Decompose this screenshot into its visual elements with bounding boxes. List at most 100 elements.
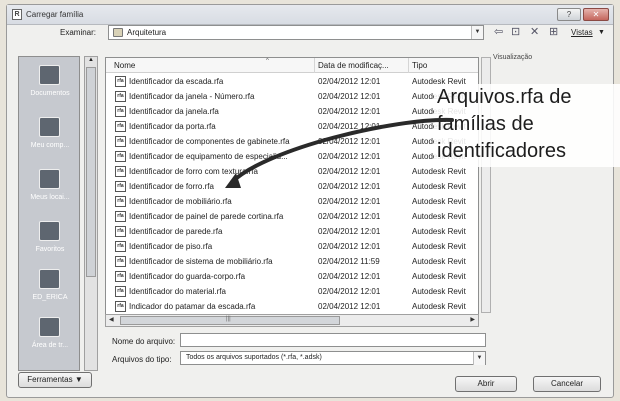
file-row[interactable]: rfa Identificador de piso.rfa 02/04/2012 1… (106, 240, 478, 254)
column-name[interactable]: Nome (114, 61, 135, 70)
file-type-value: Todos os arquivos suportados (*.rfa, *.a… (186, 354, 322, 361)
network-icon (39, 169, 60, 189)
file-date-cell: 02/04/2012 12:01 (318, 287, 381, 296)
place-user-folder[interactable]: ED_ERICA (19, 265, 81, 315)
column-separator[interactable] (408, 58, 409, 73)
file-row[interactable]: rfa Identificador de parede.rfa 02/04/2012… (106, 225, 478, 239)
column-date[interactable]: Data de modificaç... (318, 61, 389, 70)
file-row[interactable]: rfa Indicador do patamar da escada.rfa 02/… (106, 300, 478, 314)
file-type-cell: Autodesk Revit (412, 182, 466, 191)
file-row[interactable]: rfa Identificador da janela - Número.rfa 0… (106, 90, 478, 104)
places-scroll-thumb[interactable] (86, 67, 96, 277)
file-name-cell: Identificador de piso.rfa (129, 242, 213, 251)
file-date-cell: 02/04/2012 12:01 (318, 77, 381, 86)
scroll-up-icon[interactable]: ▲ (85, 57, 97, 63)
place-label: Meus locai... (30, 194, 70, 201)
open-button[interactable]: Abrir (455, 376, 517, 392)
help-button[interactable]: ? (557, 8, 581, 21)
place-label: Área de tr... (31, 342, 69, 349)
file-row[interactable]: rfa Identificador de forro.rfa 02/04/2012 … (106, 180, 478, 194)
user-folder-icon (39, 269, 60, 289)
file-date-cell: 02/04/2012 12:01 (318, 107, 381, 116)
rfa-file-icon: rfa (115, 301, 126, 312)
cancel-button[interactable]: Cancelar (533, 376, 601, 392)
chevron-down-icon[interactable]: ▼ (471, 26, 483, 39)
place-documents[interactable]: Documentos (19, 61, 81, 111)
place-label: Meu comp... (30, 142, 70, 149)
file-row[interactable]: rfa Identificador do material.rfa 02/04/20… (106, 285, 478, 299)
file-name-cell: Identificador de mobiliário.rfa (129, 197, 232, 206)
file-row[interactable]: rfa Identificador de forro com textura.rf… (106, 165, 478, 179)
folder-icon (113, 28, 123, 37)
file-row[interactable]: rfa Identificador da escada.rfa 02/04/2012… (106, 75, 478, 89)
rfa-file-icon: rfa (115, 151, 126, 162)
chevron-down-icon[interactable]: ▼ (473, 352, 485, 365)
file-date-cell: 02/04/2012 11:59 (318, 257, 380, 266)
title-bar: R Carregar família ? ✕ (7, 5, 613, 25)
file-row[interactable]: rfa Identificador de sistema de mobiliári… (106, 255, 478, 269)
views-button[interactable]: Vistas (571, 28, 593, 37)
file-row[interactable]: rfa Identificador de equipamento de espec… (106, 150, 478, 164)
file-name-cell: Indicador do patamar da escada.rfa (129, 302, 256, 311)
delete-icon[interactable]: ✕ (530, 26, 539, 38)
file-type-select[interactable]: Todos os arquivos suportados (*.rfa, *.a… (180, 351, 486, 365)
place-network[interactable]: Meus locai... (19, 165, 81, 215)
places-scrollbar[interactable]: ▲ (84, 56, 98, 371)
file-type-cell: Autodesk Revit (412, 167, 466, 176)
file-date-cell: 02/04/2012 12:01 (318, 197, 381, 206)
horizontal-scroll-thumb[interactable]: ||| (120, 316, 340, 325)
file-row[interactable]: rfa Identificador de componentes de gabin… (106, 135, 478, 149)
file-row[interactable]: rfa Identificador de painel de parede cor… (106, 210, 478, 224)
new-folder-icon[interactable]: ⊞ (549, 26, 558, 38)
rfa-file-icon: rfa (115, 241, 126, 252)
rfa-file-icon: rfa (115, 271, 126, 282)
file-name-label: Nome do arquivo: (112, 337, 176, 346)
close-button[interactable]: ✕ (583, 8, 609, 21)
place-desktop[interactable]: Área de tr... (19, 313, 81, 363)
window-title: Carregar família (26, 10, 84, 19)
views-chevron-down-icon[interactable]: ▼ (598, 29, 605, 36)
up-folder-icon[interactable]: ⊡ (511, 26, 520, 38)
file-row[interactable]: rfa Identificador de mobiliário.rfa 02/04/… (106, 195, 478, 209)
list-header: ^ Nome Data de modificaç... Tipo (106, 58, 478, 73)
file-name-cell: Identificador de forro.rfa (129, 182, 214, 191)
rfa-file-icon: rfa (115, 106, 126, 117)
file-date-cell: 02/04/2012 12:01 (318, 167, 381, 176)
file-name-cell: Identificador da escada.rfa (129, 77, 224, 86)
place-label: ED_ERICA (32, 294, 68, 301)
documents-icon (39, 65, 60, 85)
tools-label: Ferramentas (27, 375, 73, 384)
rfa-file-icon: rfa (115, 91, 126, 102)
file-date-cell: 02/04/2012 12:01 (318, 302, 381, 311)
annotation-text: Arquivos.rfa de famílias de identificado… (434, 84, 620, 167)
revit-app-icon: R (12, 9, 22, 20)
file-name-cell: Identificador de painel de parede cortin… (129, 212, 284, 221)
rfa-file-icon: rfa (115, 166, 126, 177)
rfa-file-icon: rfa (115, 121, 126, 132)
place-my-computer[interactable]: Meu comp... (19, 113, 81, 163)
file-name-cell: Identificador do material.rfa (129, 287, 226, 296)
column-separator[interactable] (314, 58, 315, 73)
place-label: Favoritos (35, 246, 65, 253)
file-date-cell: 02/04/2012 12:01 (318, 227, 381, 236)
file-date-cell: 02/04/2012 12:01 (318, 152, 381, 161)
back-arrow-icon[interactable]: ⇦ (494, 26, 503, 38)
favorites-folder-icon (39, 221, 60, 241)
file-row[interactable]: rfa Identificador da janela.rfa 02/04/2012… (106, 105, 478, 119)
file-name-cell: Identificador da janela - Número.rfa (129, 92, 255, 101)
tools-button[interactable]: Ferramentas ▼ (18, 372, 92, 388)
look-in-select[interactable]: Arquitetura ▼ (108, 25, 484, 40)
file-list: ^ Nome Data de modificaç... Tipo rfa Iden… (105, 57, 479, 327)
file-row[interactable]: rfa Identificador do guarda-corpo.rfa 02/0… (106, 270, 478, 284)
scroll-left-icon[interactable]: ◀ (109, 316, 114, 323)
column-type[interactable]: Tipo (412, 61, 427, 70)
file-list-horizontal-scrollbar[interactable]: ◀ ||| ▶ (105, 314, 479, 327)
file-name-input[interactable] (180, 333, 486, 347)
file-type-cell: Autodesk Revit (412, 197, 466, 206)
file-type-cell: Autodesk Revit (412, 227, 466, 236)
file-row[interactable]: rfa Identificador da porta.rfa 02/04/2012 … (106, 120, 478, 134)
scroll-right-icon[interactable]: ▶ (470, 316, 475, 323)
file-date-cell: 02/04/2012 12:01 (318, 272, 381, 281)
look-in-value: Arquitetura (127, 28, 167, 37)
place-favorites[interactable]: Favoritos (19, 217, 81, 267)
